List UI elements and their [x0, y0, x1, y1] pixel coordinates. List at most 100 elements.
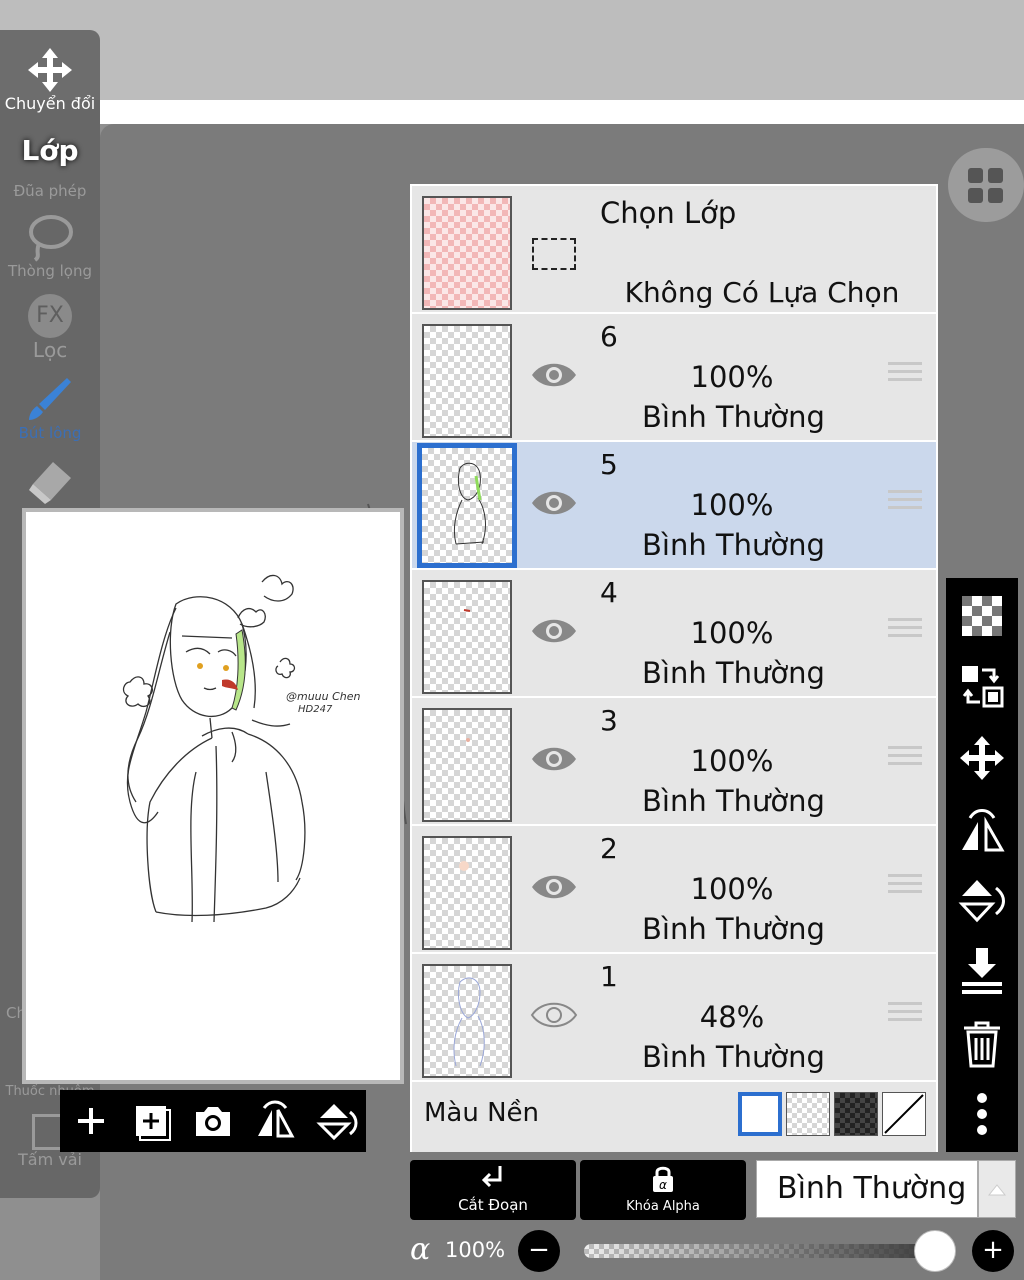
flip-horizontal-button[interactable] — [250, 1096, 300, 1146]
lasso-icon — [29, 215, 73, 262]
alpha-symbol: α — [410, 1232, 431, 1267]
blend-mode-dropdown-button[interactable] — [978, 1160, 1016, 1218]
plus-icon — [78, 1108, 104, 1134]
fx-icon: FX — [28, 294, 72, 338]
clipping-label: Cắt Đoạn — [458, 1196, 528, 1214]
layer-row[interactable]: 5 100% Bình Thường — [412, 442, 936, 570]
layer-actions-bar — [60, 1090, 366, 1152]
opacity-slider[interactable] — [584, 1244, 936, 1258]
layer-row[interactable]: 6 100% Bình Thường — [412, 314, 936, 442]
bg-white-swatch[interactable] — [738, 1092, 782, 1136]
flip-vertical-icon — [958, 880, 1005, 923]
layer-number: 4 — [600, 576, 618, 609]
tool-magic-wand[interactable]: Đũa phép — [0, 182, 100, 200]
add-image-layer-button[interactable] — [126, 1096, 176, 1146]
layer-row[interactable]: 3 100% Bình Thường — [412, 698, 936, 826]
layer-thumbnail — [422, 324, 512, 438]
brush-icon — [29, 378, 71, 420]
layer-row[interactable]: 2 100% Bình Thường — [412, 826, 936, 954]
delete-layer-button[interactable] — [956, 1018, 1008, 1070]
drag-handle-icon[interactable] — [888, 746, 922, 776]
merge-down-button[interactable] — [956, 944, 1008, 996]
fx-icon-text: FX — [36, 303, 64, 328]
eye-hidden-icon[interactable] — [530, 998, 578, 1032]
layer-row[interactable]: 4 100% Bình Thường — [412, 570, 936, 698]
tool-transform[interactable]: Chuyển đổi — [0, 46, 100, 113]
tool-canvas-label: Tấm vải — [18, 1150, 82, 1169]
tool-filter-label: Lọc — [32, 338, 68, 362]
trash-icon — [964, 1021, 1000, 1068]
lock-icon: α — [653, 1166, 673, 1192]
caret-up-icon — [987, 1184, 1007, 1196]
bg-none-swatch[interactable] — [882, 1092, 926, 1136]
layer-thumb-art — [453, 977, 485, 1067]
move-layer-button[interactable] — [956, 732, 1008, 784]
drag-handle-icon[interactable] — [888, 874, 922, 904]
tool-eraser[interactable] — [0, 460, 100, 504]
add-layer-image-icon — [136, 1106, 171, 1141]
eraser-icon — [29, 462, 71, 504]
bg-transparent-light-swatch[interactable] — [786, 1092, 830, 1136]
clipping-button[interactable]: Cắt Đoạn — [410, 1160, 576, 1220]
eye-icon[interactable] — [530, 742, 578, 776]
tool-layer-label: Lớp — [21, 134, 79, 167]
canvas-preview[interactable]: @muuu Chen HD247 — [26, 512, 400, 1080]
eye-icon[interactable] — [530, 870, 578, 904]
eye-icon[interactable] — [530, 358, 578, 392]
tool-brush[interactable]: Bút lông — [0, 374, 100, 442]
layer-number: 1 — [600, 960, 618, 993]
tool-lasso[interactable]: Thòng lọng — [0, 212, 100, 280]
opacity-slider-thumb[interactable] — [914, 1230, 956, 1272]
drag-handle-icon[interactable] — [888, 1002, 922, 1032]
tool-transform-label: Chuyển đổi — [4, 94, 96, 113]
layer-number: 3 — [600, 704, 618, 737]
flip-vertical-button[interactable] — [310, 1096, 360, 1146]
add-layer-button[interactable] — [66, 1096, 116, 1146]
opacity-value: 100% — [445, 1238, 506, 1262]
layer-thumbnail — [422, 964, 512, 1078]
layer-blend-mode: Bình Thường — [642, 528, 825, 562]
flip-horizontal-icon — [258, 1100, 295, 1138]
transparency-button[interactable] — [956, 590, 1008, 642]
drag-handle-icon[interactable] — [888, 362, 922, 392]
layer-opacity: 48% — [699, 1000, 765, 1034]
flip-vertical-icon — [316, 1104, 358, 1141]
no-background-icon — [884, 1094, 924, 1134]
tool-brush-label: Bút lông — [18, 424, 82, 442]
canvas-preview-frame: @muuu Chen HD247 — [22, 508, 404, 1084]
eye-icon[interactable] — [530, 614, 578, 648]
layer-blend-mode: Bình Thường — [642, 400, 825, 434]
move-arrows-icon — [960, 736, 1004, 780]
camera-icon — [196, 1107, 230, 1136]
swap-layer-button[interactable] — [956, 660, 1008, 712]
alpha-lock-label: Khóa Alpha — [626, 1199, 700, 1214]
tool-filter[interactable]: FX Lọc — [0, 294, 100, 362]
layer-opacity: 100% — [690, 616, 774, 650]
flip-layer-horizontal-button[interactable] — [956, 804, 1008, 856]
selection-layer-thumbnail — [422, 196, 512, 310]
eye-icon[interactable] — [530, 486, 578, 520]
camera-button[interactable] — [188, 1096, 238, 1146]
flip-layer-vertical-button[interactable] — [956, 874, 1008, 926]
more-options-button[interactable] — [956, 1088, 1008, 1140]
canvas-signature-name: @muuu Chen — [286, 690, 361, 703]
alpha-lock-button[interactable]: α Khóa Alpha — [580, 1160, 746, 1220]
selection-layer-row[interactable]: Chọn Lớp Không Có Lựa Chọn — [412, 186, 936, 314]
bg-transparent-dark-swatch[interactable] — [834, 1092, 878, 1136]
selection-marquee-icon — [532, 238, 576, 270]
layer-blend-mode: Bình Thường — [642, 1040, 825, 1074]
layer-row[interactable]: 1 48% Bình Thường — [412, 954, 936, 1082]
opacity-increase-button[interactable]: + — [972, 1230, 1014, 1272]
opacity-decrease-button[interactable]: − — [518, 1230, 560, 1272]
layer-blend-mode: Bình Thường — [642, 656, 825, 690]
drag-handle-icon[interactable] — [888, 618, 922, 648]
layer-thumb-art — [466, 738, 470, 742]
layer-thumbnail — [422, 580, 512, 694]
tool-magic-wand-label: Đũa phép — [13, 182, 87, 200]
move-arrows-icon — [28, 48, 72, 92]
drag-handle-icon[interactable] — [888, 490, 922, 520]
blend-mode-select[interactable]: Bình Thường — [756, 1160, 978, 1218]
menu-grid-button[interactable] — [948, 148, 1024, 222]
clipping-arrow-icon — [481, 1166, 502, 1188]
tool-layer[interactable]: Lớp — [0, 134, 100, 167]
